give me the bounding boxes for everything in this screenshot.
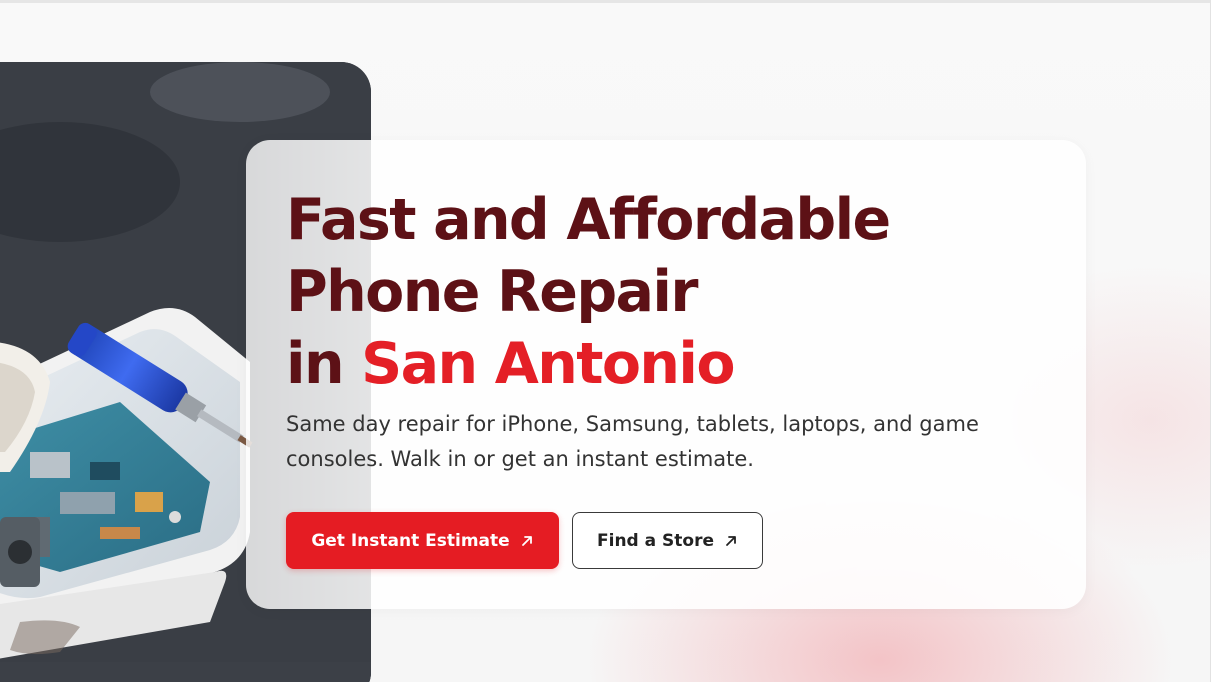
scrollbar-track[interactable]: [1210, 0, 1217, 682]
hero-title-prefix: in: [286, 331, 362, 397]
arrow-up-right-icon: [520, 534, 534, 548]
find-a-store-label: Find a Store: [597, 530, 714, 551]
hero-title-city: San Antonio: [361, 331, 735, 397]
top-divider: [0, 0, 1210, 3]
hero-card: Fast and Affordable Phone Repair in San …: [246, 140, 1086, 609]
hero-title-line-2: Phone Repair: [286, 259, 698, 325]
hero-title-line-1: Fast and Affordable: [286, 187, 891, 253]
hero-title: Fast and Affordable Phone Repair in San …: [286, 184, 1066, 400]
hero-subtitle: Same day repair for iPhone, Samsung, tab…: [286, 412, 979, 471]
get-instant-estimate-label: Get Instant Estimate: [311, 530, 510, 551]
page: Fast and Affordable Phone Repair in San …: [0, 0, 1217, 682]
arrow-up-right-icon: [724, 534, 738, 548]
hero-title-line-3: in San Antonio: [286, 328, 1066, 400]
find-a-store-button[interactable]: Find a Store: [572, 512, 763, 569]
get-instant-estimate-button[interactable]: Get Instant Estimate: [286, 512, 559, 569]
